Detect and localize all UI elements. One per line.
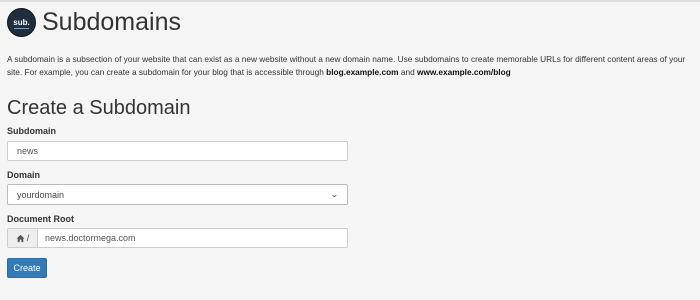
prefix-slash: / [26,233,30,243]
domain-select[interactable]: yourdomain ⌄ [7,184,348,205]
logo-text: sub. [13,17,30,27]
description-conjunction: and [398,66,417,77]
domain-selected-value: yourdomain [17,189,65,200]
subdomains-logo: sub. [7,7,36,37]
create-button[interactable]: Create [7,258,47,278]
chevron-down-icon: ⌄ [330,190,340,199]
page-header: sub. Subdomains [7,7,181,37]
subdomain-input-value: news [17,146,39,156]
document-root-field: / news.doctormega.com [7,228,348,248]
example-blog-path: www.example.com/blog [417,66,511,77]
page-description: A subdomain is a subsection of your webs… [7,53,697,78]
subdomains-page: sub. Subdomains A subdomain is a subsect… [0,0,700,300]
home-icon [16,234,25,242]
domain-label: Domain [7,170,41,180]
section-title: Create a Subdomain [7,97,191,119]
logo-underline [14,27,29,29]
subdomain-label: Subdomain [7,126,56,136]
document-root-label: Document Root [7,214,74,224]
document-root-prefix: / [8,229,38,247]
document-root-input-value: news.doctormega.com [45,233,136,243]
subdomain-input[interactable]: news [7,141,348,161]
page-title: Subdomains [42,8,181,36]
top-border [0,0,700,2]
document-root-input[interactable]: news.doctormega.com [38,229,136,247]
example-blog-subdomain: blog.example.com [326,66,399,77]
